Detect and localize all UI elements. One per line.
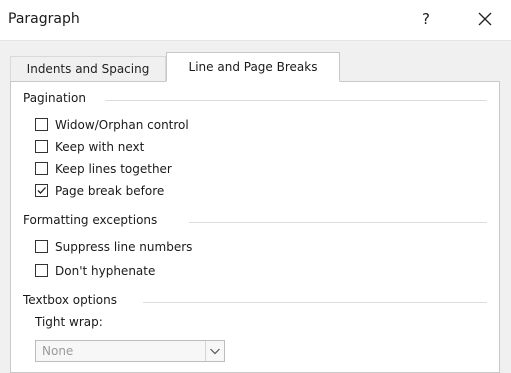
textbox-options-group-title: Textbox options (23, 293, 117, 307)
tab-strip: Indents and Spacing Line and Page Breaks (10, 48, 511, 82)
checkbox-label: Suppress line numbers (55, 240, 193, 254)
textbox-options-divider (143, 302, 487, 303)
checkbox-box (35, 184, 48, 197)
checkbox-label: Page break before (55, 184, 165, 198)
tab-line-and-page-breaks[interactable]: Line and Page Breaks (166, 52, 340, 82)
checkbox-label: Keep lines together (55, 162, 172, 176)
tight-wrap-select[interactable]: None (35, 340, 225, 362)
checkbox-box (35, 162, 48, 175)
tab-indents-and-spacing[interactable]: Indents and Spacing (10, 56, 166, 81)
tight-wrap-label: Tight wrap: (35, 315, 103, 329)
checkbox-label: Widow/Orphan control (55, 118, 189, 132)
pagination-group-title: Pagination (23, 91, 86, 105)
pagination-divider (105, 100, 487, 101)
checkbox-label: Don't hyphenate (55, 264, 156, 278)
checkbox-box (35, 140, 48, 153)
tab-panel: Pagination Widow/Orphan control Keep wit… (10, 81, 500, 373)
dropdown-button[interactable] (205, 341, 224, 361)
checkbox-box (35, 264, 48, 277)
chevron-down-icon (210, 348, 220, 355)
checkmark-icon (37, 187, 46, 194)
dialog-title: Paragraph (8, 11, 80, 27)
formatting-exceptions-group-title: Formatting exceptions (23, 213, 158, 227)
help-button[interactable]: ? (416, 8, 436, 30)
tight-wrap-value: None (42, 344, 74, 358)
close-button[interactable] (472, 6, 498, 32)
close-icon (478, 12, 492, 26)
checkbox-box (35, 118, 48, 131)
checkbox-label: Keep with next (55, 140, 145, 154)
checkbox-box (35, 240, 48, 253)
formatting-exceptions-divider (189, 222, 487, 223)
title-bar: Paragraph ? (0, 0, 511, 41)
